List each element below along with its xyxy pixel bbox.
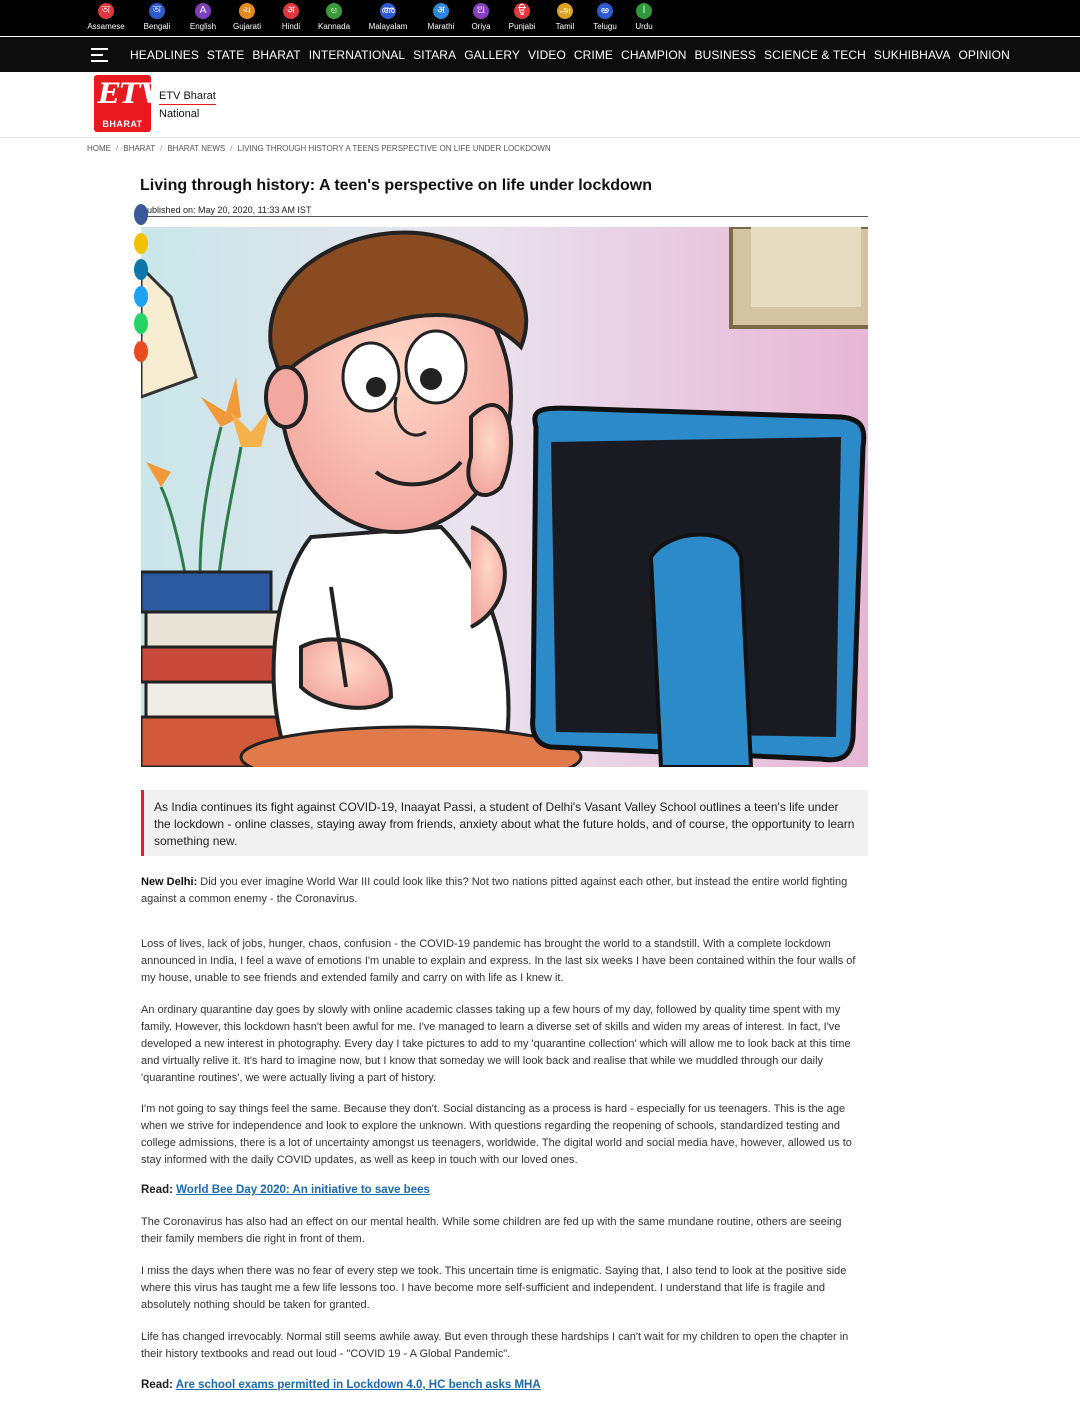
- dateline: New Delhi:: [141, 876, 198, 888]
- brand-name[interactable]: ETV Bharat: [159, 90, 216, 105]
- language-english-icon: A: [195, 3, 211, 19]
- nav-item-headlines[interactable]: HEADLINES: [130, 48, 199, 62]
- language-label: Punjabi: [508, 22, 536, 31]
- read-label: Read:: [141, 1184, 173, 1196]
- breadcrumb-bharat[interactable]: BHARAT: [123, 144, 155, 153]
- language-malayalam[interactable]: അ Malayalam: [364, 3, 412, 31]
- language-label: English: [189, 22, 217, 31]
- menu-icon[interactable]: [91, 48, 108, 66]
- article-paragraph-3: An ordinary quarantine day goes by slowl…: [141, 1004, 851, 1084]
- language-urdu-icon: ا: [636, 3, 652, 19]
- nav-item-science-tech[interactable]: SCIENCE & TECH: [764, 48, 866, 62]
- language-assamese-icon: অ: [98, 3, 114, 19]
- language-malayalam-icon: അ: [380, 3, 396, 19]
- language-label: Hindi: [281, 22, 301, 31]
- language-telugu-icon: అ: [597, 3, 613, 19]
- article-paragraph-1: New Delhi: Did you ever imagine World Wa…: [141, 874, 863, 908]
- header-divider: [0, 137, 1080, 138]
- breadcrumb-home[interactable]: HOME: [87, 144, 111, 153]
- article-summary: As India continues its fight against COV…: [141, 790, 868, 856]
- article-paragraph-6: I miss the days when there was no fear o…: [141, 1265, 847, 1311]
- breadcrumb: HOME / BHARAT / BHARAT NEWS / LIVING THROUGH H…: [87, 144, 551, 153]
- language-label: Malayalam: [368, 22, 408, 31]
- published-date: Published on: May 20, 2020, 11:33 AM IST: [141, 205, 312, 215]
- language-oriya-icon: ଅ: [473, 3, 489, 19]
- share-icon[interactable]: [134, 233, 148, 254]
- nav-item-international[interactable]: INTERNATIONAL: [309, 48, 405, 62]
- article-paragraph-2: Loss of lives, lack of jobs, hunger, cha…: [141, 938, 856, 984]
- language-label: Gujarati: [232, 22, 261, 31]
- nav-item-opinion[interactable]: OPINION: [958, 48, 1009, 62]
- main-nav: HEADLINES STATE BHARAT INTERNATIONAL SITARA G…: [0, 37, 1080, 72]
- hero-illustration: [141, 227, 868, 767]
- language-punjabi[interactable]: ਉ Punjabi: [498, 3, 546, 31]
- article-paragraph-4: I'm not going to say things feel the sam…: [141, 1103, 852, 1166]
- language-assamese[interactable]: অ Assamese: [82, 3, 130, 31]
- article-title: Living through history: A teen's perspec…: [140, 177, 653, 194]
- language-bar: অ Assamese অ Bengali A English ચ Gujarati अ Hindi…: [0, 0, 1080, 36]
- language-bengali[interactable]: অ Bengali: [133, 3, 181, 31]
- language-label: Kannada: [317, 22, 351, 31]
- logo-subtext: BHARAT: [102, 119, 143, 129]
- nav-item-champion[interactable]: CHAMPION: [621, 48, 686, 62]
- nav-item-crime[interactable]: CRIME: [574, 48, 613, 62]
- facebook-icon[interactable]: [134, 204, 148, 225]
- paragraph-1-text: Did you ever imagine World War III could…: [141, 876, 848, 905]
- teen-at-computer-illustration: [141, 227, 868, 767]
- article-paragraph-5: The Coronavirus has also had an effect o…: [141, 1216, 842, 1245]
- nav-item-sitara[interactable]: SITARA: [413, 48, 456, 62]
- language-label: Urdu: [635, 22, 653, 31]
- read-also-link-2[interactable]: Are school exams permitted in Lockdown 4…: [176, 1379, 541, 1391]
- logo-mark: ETV: [98, 77, 151, 110]
- language-marathi-icon: अ: [433, 3, 449, 19]
- section-name: National: [159, 108, 200, 120]
- nav-item-video[interactable]: VIDEO: [528, 48, 566, 62]
- language-english[interactable]: A English: [179, 3, 227, 31]
- language-urdu[interactable]: ا Urdu: [620, 3, 668, 31]
- nav-item-state[interactable]: STATE: [207, 48, 244, 62]
- language-tamil-icon: அ: [557, 3, 573, 19]
- language-kannada-icon: ಅ: [326, 3, 342, 19]
- language-gujarati-icon: ચ: [239, 3, 255, 19]
- language-label: Assamese: [87, 22, 125, 31]
- breadcrumb-current: LIVING THROUGH HISTORY A TEENS PERSPECTI…: [237, 144, 551, 153]
- article-paragraph-7: Life has changed irrevocably. Normal sti…: [141, 1331, 849, 1360]
- language-label: Bengali: [143, 22, 171, 31]
- nav-item-business[interactable]: BUSINESS: [695, 48, 757, 62]
- read-also-link-1[interactable]: World Bee Day 2020: An initiative to sav…: [176, 1184, 430, 1196]
- nav-item-bharat[interactable]: BHARAT: [252, 48, 300, 62]
- read-label: Read:: [141, 1379, 173, 1391]
- language-bengali-icon: অ: [149, 3, 165, 19]
- linkedin-icon[interactable]: [134, 259, 148, 280]
- language-hindi-icon: अ: [283, 3, 299, 19]
- language-gujarati[interactable]: ચ Gujarati: [223, 3, 271, 31]
- breadcrumb-bharat-news[interactable]: BHARAT NEWS: [167, 144, 225, 153]
- language-hindi[interactable]: अ Hindi: [267, 3, 315, 31]
- nav-item-gallery[interactable]: GALLERY: [464, 48, 520, 62]
- read-also-2: Read: Are school exams permitted in Lock…: [141, 1379, 541, 1391]
- language-kannada[interactable]: ಅ Kannada: [310, 3, 358, 31]
- twitter-icon[interactable]: [134, 286, 148, 307]
- nav-item-sukhibhava[interactable]: SUKHIBHAVA: [874, 48, 951, 62]
- title-divider: [141, 216, 868, 217]
- language-punjabi-icon: ਉ: [514, 3, 530, 19]
- email-icon[interactable]: [134, 341, 148, 362]
- etv-bharat-logo[interactable]: ETV BHARAT: [94, 75, 151, 132]
- whatsapp-icon[interactable]: [134, 313, 148, 334]
- read-also-1: Read: World Bee Day 2020: An initiative …: [141, 1184, 430, 1196]
